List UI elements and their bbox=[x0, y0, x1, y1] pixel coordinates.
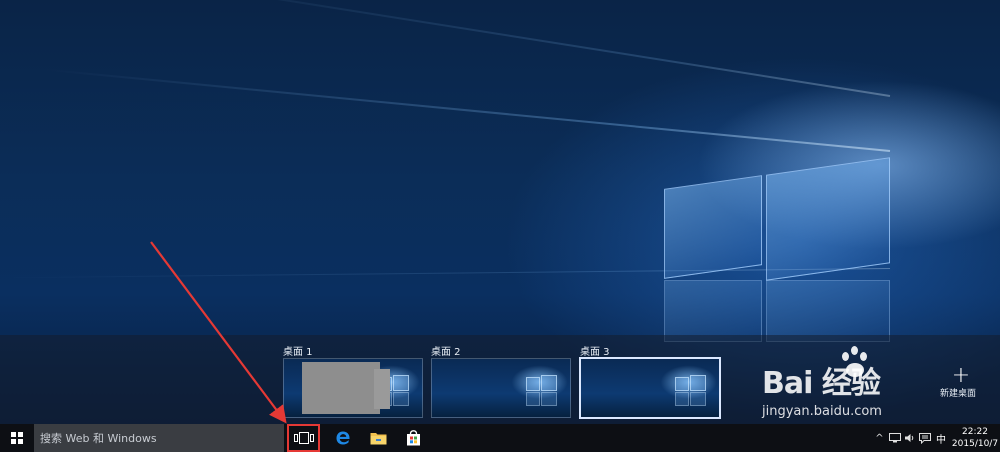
clock-time: 22:22 bbox=[962, 427, 988, 437]
file-explorer-button[interactable] bbox=[361, 424, 395, 452]
clock[interactable]: 22:22 2015/10/7 bbox=[950, 426, 1000, 450]
network-icon[interactable] bbox=[887, 424, 902, 452]
desktop-thumbnail[interactable] bbox=[431, 358, 571, 418]
mini-windows-logo bbox=[526, 373, 557, 406]
baidu-watermark: Bai 经验 bbox=[762, 342, 932, 402]
start-button[interactable] bbox=[0, 424, 34, 452]
desktop-screen: 桌面 1 桌面 2 桌面 3 + 新建桌面 Bai 经验 jingyan.bai bbox=[0, 0, 1000, 452]
system-tray: ^ 中 22:22 2015/10/7 bbox=[872, 424, 1000, 452]
desktop-thumbnail-selected[interactable] bbox=[579, 357, 721, 419]
new-desktop-label: 新建桌面 bbox=[939, 389, 976, 399]
search-box[interactable] bbox=[34, 424, 284, 452]
store-icon bbox=[406, 430, 420, 446]
open-window-thumbnail bbox=[302, 362, 380, 414]
input-method-indicator[interactable]: 中 bbox=[932, 431, 950, 446]
watermark-url: jingyan.baidu.com bbox=[762, 404, 882, 419]
store-button[interactable] bbox=[396, 424, 430, 452]
wallpaper-light-beam bbox=[43, 68, 891, 152]
desktop-label: 桌面 1 bbox=[283, 347, 313, 358]
desktop-label: 桌面 3 bbox=[580, 347, 610, 358]
show-hidden-icons-button[interactable]: ^ bbox=[872, 424, 887, 452]
task-view-icon bbox=[293, 432, 314, 444]
folder-icon bbox=[370, 433, 386, 445]
action-center-icon[interactable] bbox=[917, 424, 932, 452]
open-window-thumbnail bbox=[374, 369, 390, 409]
edge-button[interactable] bbox=[326, 424, 360, 452]
search-input[interactable] bbox=[34, 430, 272, 446]
volume-icon[interactable] bbox=[902, 424, 917, 452]
windows-logo-icon bbox=[11, 432, 23, 444]
edge-icon bbox=[336, 431, 350, 445]
plus-icon: + bbox=[951, 363, 971, 388]
clock-date: 2015/10/7 bbox=[951, 439, 999, 449]
task-view-button[interactable] bbox=[287, 424, 320, 452]
desktop-thumbnail[interactable] bbox=[283, 358, 423, 418]
taskbar: ^ 中 22:22 2015/10/7 bbox=[0, 424, 1000, 452]
wallpaper-windows-logo bbox=[660, 157, 892, 342]
desktop-label: 桌面 2 bbox=[431, 347, 461, 358]
baidu-paw-icon bbox=[838, 344, 874, 384]
mini-windows-logo bbox=[675, 373, 706, 406]
new-desktop-button[interactable]: + 新建桌面 bbox=[938, 363, 984, 400]
wallpaper-light-beam bbox=[129, 0, 891, 97]
